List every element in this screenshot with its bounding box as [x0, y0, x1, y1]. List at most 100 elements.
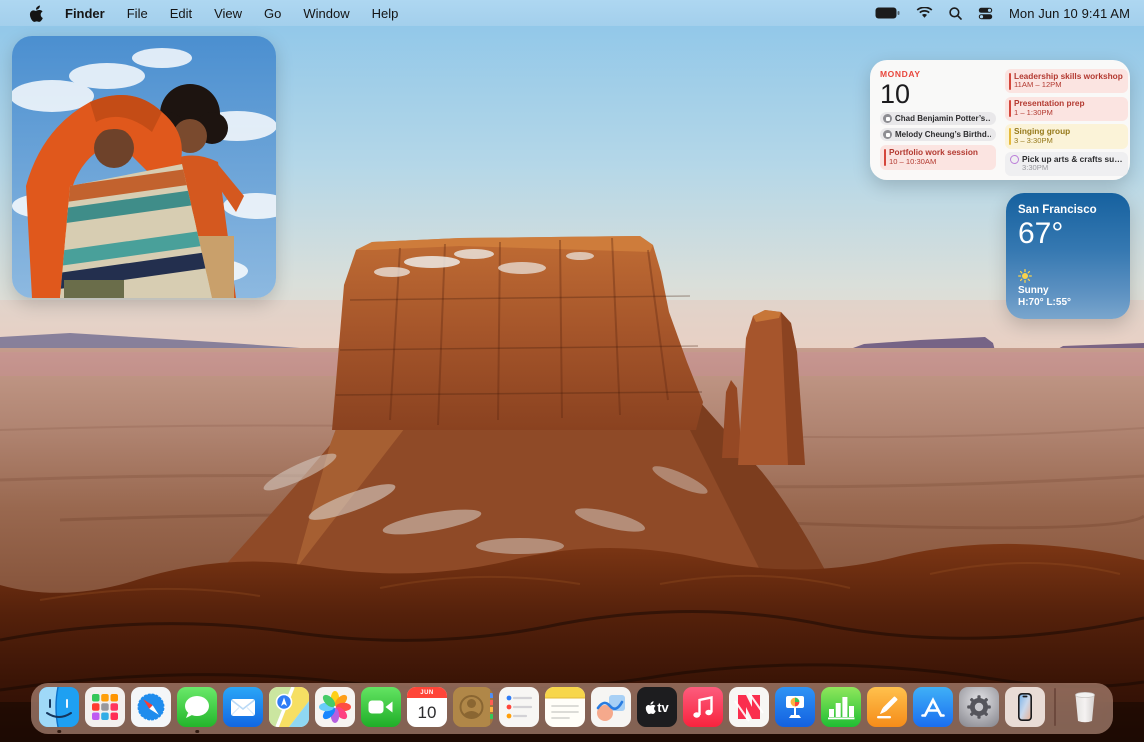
photo-two-children [12, 36, 276, 298]
dock-item-maps[interactable] [269, 687, 309, 734]
calendar-allday-event[interactable]: Melody Cheung’s Birthd… [880, 128, 996, 141]
keynote-icon [775, 687, 815, 727]
weather-city: San Francisco [1018, 204, 1118, 216]
menu-item-go[interactable]: Go [253, 0, 292, 26]
weather-condition: Sunny [1018, 285, 1118, 296]
iphone-mirroring-icon [1005, 687, 1045, 727]
menu-bar-clock[interactable]: Mon Jun 10 9:41 AM [1009, 6, 1130, 21]
reminder-time: 3:30PM [1022, 164, 1123, 173]
running-indicator [57, 730, 61, 734]
mail-icon [223, 687, 263, 727]
event-color-bar [1009, 100, 1012, 117]
freeform-icon [591, 687, 631, 727]
birthday-gift-icon [883, 130, 892, 139]
desktop: Finder File Edit View Go Window Help [0, 0, 1144, 742]
calendar-day-column: MONDAY 10 Chad Benjamin Potter’s… Melody… [880, 69, 996, 171]
dock-item-finder[interactable] [39, 687, 79, 734]
calendar-event[interactable]: Leadership skills workshop 11AM – 12PM [1005, 69, 1128, 93]
dock-item-trash[interactable] [1065, 687, 1105, 734]
menu-bar-status: Mon Jun 10 9:41 AM [875, 6, 1144, 21]
calendar-events-column: Leadership skills workshop 11AM – 12PM P… [1005, 69, 1128, 171]
app-store-icon [913, 687, 953, 727]
calendar-allday-event[interactable]: Chad Benjamin Potter’s… [880, 112, 996, 125]
dock-item-reminders[interactable] [499, 687, 539, 734]
messages-icon [177, 687, 217, 727]
calendar-event[interactable]: Presentation prep 1 – 1:30PM [1005, 97, 1128, 121]
dock-item-contacts[interactable] [453, 687, 493, 734]
dock-item-photos[interactable] [315, 687, 355, 734]
dock-item-facetime[interactable] [361, 687, 401, 734]
reminders-icon [499, 687, 539, 727]
calendar-widget[interactable]: MONDAY 10 Chad Benjamin Potter’s… Melody… [870, 60, 1130, 180]
photos-widget[interactable] [12, 36, 276, 298]
dock-item-notes[interactable] [545, 687, 585, 734]
dock-item-numbers[interactable] [821, 687, 861, 734]
calendar-icon-month: JUN [420, 690, 434, 696]
dock: JUN 10 [31, 683, 1113, 734]
notes-icon [545, 687, 585, 727]
menu-item-file[interactable]: File [116, 0, 159, 26]
search-icon[interactable] [949, 7, 962, 20]
dock-item-pages[interactable] [867, 687, 907, 734]
dock-item-launchpad[interactable] [85, 687, 125, 734]
apple-tv-icon: tv [637, 687, 677, 727]
dock-item-freeform[interactable] [591, 687, 631, 734]
menu-item-window[interactable]: Window [292, 0, 360, 26]
dock-item-settings[interactable] [959, 687, 999, 734]
apple-menu[interactable] [18, 0, 54, 26]
calendar-reminder[interactable]: Pick up arts & crafts su… 3:30PM [1005, 152, 1128, 176]
apple-icon [29, 5, 43, 22]
system-settings-icon [959, 687, 999, 727]
photos-icon [315, 687, 355, 727]
battery-icon[interactable] [875, 7, 900, 19]
dock-item-keynote[interactable] [775, 687, 815, 734]
menu-item-help[interactable]: Help [361, 0, 410, 26]
dock-item-tv[interactable]: tv [637, 687, 677, 734]
numbers-icon [821, 687, 861, 727]
launchpad-icon [85, 687, 125, 727]
running-indicator [195, 730, 199, 734]
music-icon [683, 687, 723, 727]
dock-item-news[interactable] [729, 687, 769, 734]
weather-widget[interactable]: San Francisco 67° Sunny H:70° L:55° [1006, 193, 1130, 319]
calendar-icon-day: 10 [418, 703, 437, 723]
dock-item-messages[interactable] [177, 687, 217, 734]
calendar-event[interactable]: Portfolio work session 10 – 10:30AM [880, 145, 996, 169]
pages-icon [867, 687, 907, 727]
control-center-icon[interactable] [978, 7, 993, 20]
calendar-icon: JUN 10 [407, 687, 447, 727]
sun-icon [1018, 269, 1118, 283]
menu-item-view[interactable]: View [203, 0, 253, 26]
tv-label: tv [657, 700, 669, 715]
calendar-day-name: MONDAY [880, 69, 996, 79]
event-color-bar [884, 149, 887, 166]
trash-icon [1065, 687, 1105, 727]
weather-temperature: 67° [1018, 217, 1118, 250]
event-time: 11AM – 12PM [1014, 81, 1123, 90]
contacts-icon [453, 687, 493, 727]
reminder-circle-icon[interactable] [1010, 155, 1019, 164]
wifi-icon[interactable] [916, 7, 933, 19]
news-icon [729, 687, 769, 727]
menu-bar-left: Finder File Edit View Go Window Help [0, 0, 409, 26]
dock-divider [1054, 688, 1056, 726]
dock-item-calendar[interactable]: JUN 10 [407, 687, 447, 734]
dock-item-music[interactable] [683, 687, 723, 734]
calendar-event[interactable]: Singing group 3 – 3:30PM [1005, 124, 1128, 148]
finder-icon [39, 687, 79, 727]
event-color-bar [1009, 73, 1012, 90]
weather-high-low: H:70° L:55° [1018, 297, 1118, 308]
dock-item-mail[interactable] [223, 687, 263, 734]
dock-item-iphone-mirroring[interactable] [1005, 687, 1045, 734]
facetime-icon [361, 687, 401, 727]
menu-item-edit[interactable]: Edit [159, 0, 203, 26]
menu-item-finder[interactable]: Finder [54, 0, 116, 26]
menu-bar: Finder File Edit View Go Window Help [0, 0, 1144, 26]
birthday-gift-icon [883, 114, 892, 123]
allday-event-title: Chad Benjamin Potter’s… [895, 114, 991, 123]
event-time: 10 – 10:30AM [889, 158, 991, 167]
event-color-bar [1009, 128, 1012, 145]
dock-item-safari[interactable] [131, 687, 171, 734]
dock-item-appstore[interactable] [913, 687, 953, 734]
calendar-day-number: 10 [880, 80, 996, 108]
